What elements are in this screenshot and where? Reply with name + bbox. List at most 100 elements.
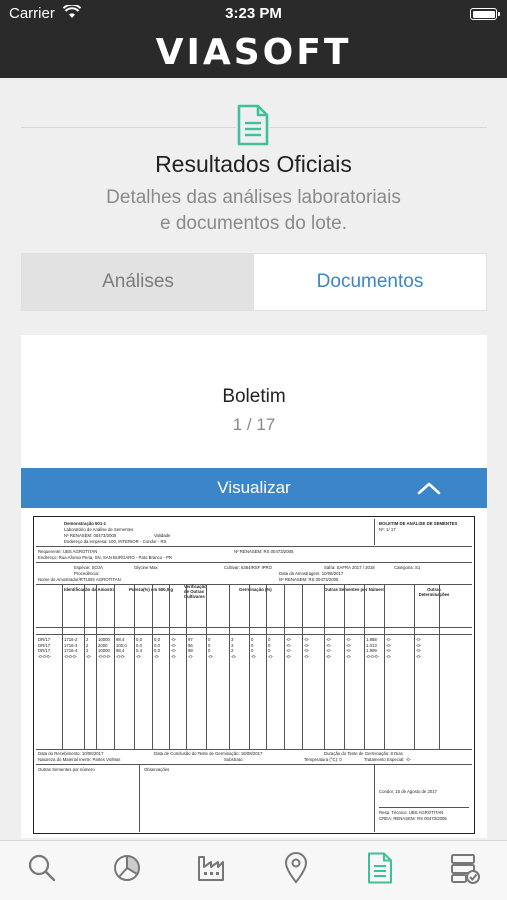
table-cell: -0-0- (116, 653, 126, 659)
table-cell: -0- (386, 653, 392, 659)
table-cell: -0- (154, 653, 160, 659)
subtitle-line-2: e documentos do lote. (160, 213, 347, 234)
table-cell: -0- (416, 637, 422, 642)
table-cell: -0- (416, 648, 422, 653)
crea: CREA: RENASEM: RS 00473/2005 (379, 816, 447, 821)
nav-search[interactable] (17, 846, 67, 896)
battery-icon (470, 8, 500, 20)
bottom-tab-bar (0, 840, 507, 900)
table-cell: 0,0 (154, 648, 160, 653)
lab-name: Demonstração 501-1 (64, 521, 107, 526)
chevron-up-icon (417, 480, 441, 500)
document-icon (367, 852, 393, 889)
table-cell: -0- (326, 637, 332, 642)
table-cell: 1716-2 (64, 637, 78, 642)
nav-charts[interactable] (102, 846, 152, 896)
table-cell: 2 (86, 648, 89, 653)
table-cell: 0 (251, 648, 254, 653)
table-cell: 10000 (98, 648, 110, 653)
table-cell: 96 (188, 642, 193, 648)
document-preview[interactable]: Demonstração 501-1 Laboratório de Anális… (33, 516, 475, 834)
table-cell: -0- (416, 642, 422, 648)
table-cell: -0- (326, 653, 332, 659)
table-cell: DR/17 (38, 637, 51, 642)
table-cell: -0- (286, 653, 292, 659)
nav-location[interactable] (271, 846, 321, 896)
table-cell: 0 (208, 648, 211, 653)
table-cell: 3 (231, 637, 234, 642)
table-cell: -0- (346, 642, 352, 648)
table-cell: 0 (268, 637, 271, 642)
table-cell: 0 (208, 637, 211, 642)
segmented-tabs: Análises Documentos (21, 253, 487, 311)
table-cell: 1716-4 (64, 648, 78, 653)
table-cell: 0,4 (136, 648, 142, 653)
table-cell: -0- (304, 653, 310, 659)
cultivar: Cultivar: 6364IRSF IPRO (224, 565, 272, 570)
table-cell: 0,0 (136, 637, 142, 642)
document-title: Boletim (222, 386, 286, 407)
brand-logo: VIASOFT (155, 32, 352, 73)
endereco: Endereço: Rua Afonso Pena, SN, SAN BURGA… (38, 555, 172, 560)
safra: Safra: SAFRA 2017 / 2018 (324, 565, 375, 570)
status-bar: Carrier 3:23 PM (0, 0, 507, 28)
table-cell: 3 (231, 642, 234, 648)
table-cell: 1716-3 (64, 642, 78, 648)
nav-server[interactable] (440, 846, 490, 896)
table-cell: -0- (268, 653, 274, 659)
glycine: Glycine Max (134, 565, 158, 570)
table-cell: -0- (231, 653, 237, 659)
table-cell: 0 (251, 637, 254, 642)
server-check-icon (449, 852, 481, 889)
table-cell: -0- (171, 637, 177, 642)
col-outras: Outras Sementes por Número (324, 587, 385, 592)
table-cell: -0- (251, 653, 257, 659)
table-cell: 98,4 (116, 648, 125, 653)
nav-factory[interactable] (186, 846, 236, 896)
table-cell: 100,0 (116, 642, 127, 648)
observacoes: Observações (144, 767, 170, 772)
search-icon (27, 853, 57, 888)
table-cell: 0 (208, 642, 211, 648)
table-cell: -0- (346, 648, 352, 653)
table-cell: -0-0-0- (98, 653, 111, 659)
table-cell: -0- (346, 637, 352, 642)
document-card: Boletim 1 / 17 Visualizar Demonstração 5… (21, 335, 487, 838)
table-cell: -0- (346, 653, 352, 659)
table-cell: 1.988 (366, 637, 377, 642)
tab-documentos[interactable]: Documentos (254, 254, 486, 310)
table-cell: 0,0 (154, 637, 160, 642)
col-ident: Identificação da Amostra (64, 587, 115, 592)
tab-analises[interactable]: Análises (22, 254, 254, 310)
lab-sub: Laboratório de Análise de Sementes (64, 527, 134, 532)
table-cell: -0- (326, 642, 332, 648)
natureza: Natureza do Material Inerte: Partes Vs/M… (38, 757, 121, 762)
table-cell: -0- (386, 642, 392, 648)
table-cell: -0- (286, 637, 292, 642)
renasem-2: Nº RENASEM: RS 00473/2005 (234, 549, 294, 554)
data-recebimento: Data do Recebimento: 10/08/2017 (38, 751, 104, 756)
table-cell: -0- (171, 653, 177, 659)
data-conclusao: Data de Conclusão do Teste de Germinação… (154, 751, 263, 756)
page-title: Resultados Oficiais (155, 151, 352, 177)
view-button[interactable]: Visualizar (21, 468, 487, 508)
nav-documents[interactable] (355, 846, 405, 896)
doc-number: Nº: 1/ 17 (379, 527, 396, 532)
temperatura: Temperatura (°C): 0 (304, 757, 342, 762)
pie-chart-icon (111, 852, 143, 889)
view-button-label: Visualizar (217, 478, 291, 497)
document-icon (236, 104, 270, 151)
table-cell: 98 (188, 648, 193, 653)
table-cell: -0-0-0- (366, 653, 379, 659)
table-cell: DR/17 (38, 642, 51, 648)
table-cell: 0,0 (136, 642, 142, 648)
table-cell: -0- (171, 648, 177, 653)
table-cell: -0- (304, 637, 310, 642)
table-cell: DR/17 (38, 648, 51, 653)
table-cell: -0- (304, 642, 310, 648)
table-cell: -0-0-0- (38, 653, 51, 659)
table-cell: -0- (326, 648, 332, 653)
categoria: Categoria: S1 (394, 565, 421, 570)
col-pureza: Pureza(%) em 500,0 g (129, 587, 173, 592)
especie: Espécie: SOJA (74, 565, 103, 570)
